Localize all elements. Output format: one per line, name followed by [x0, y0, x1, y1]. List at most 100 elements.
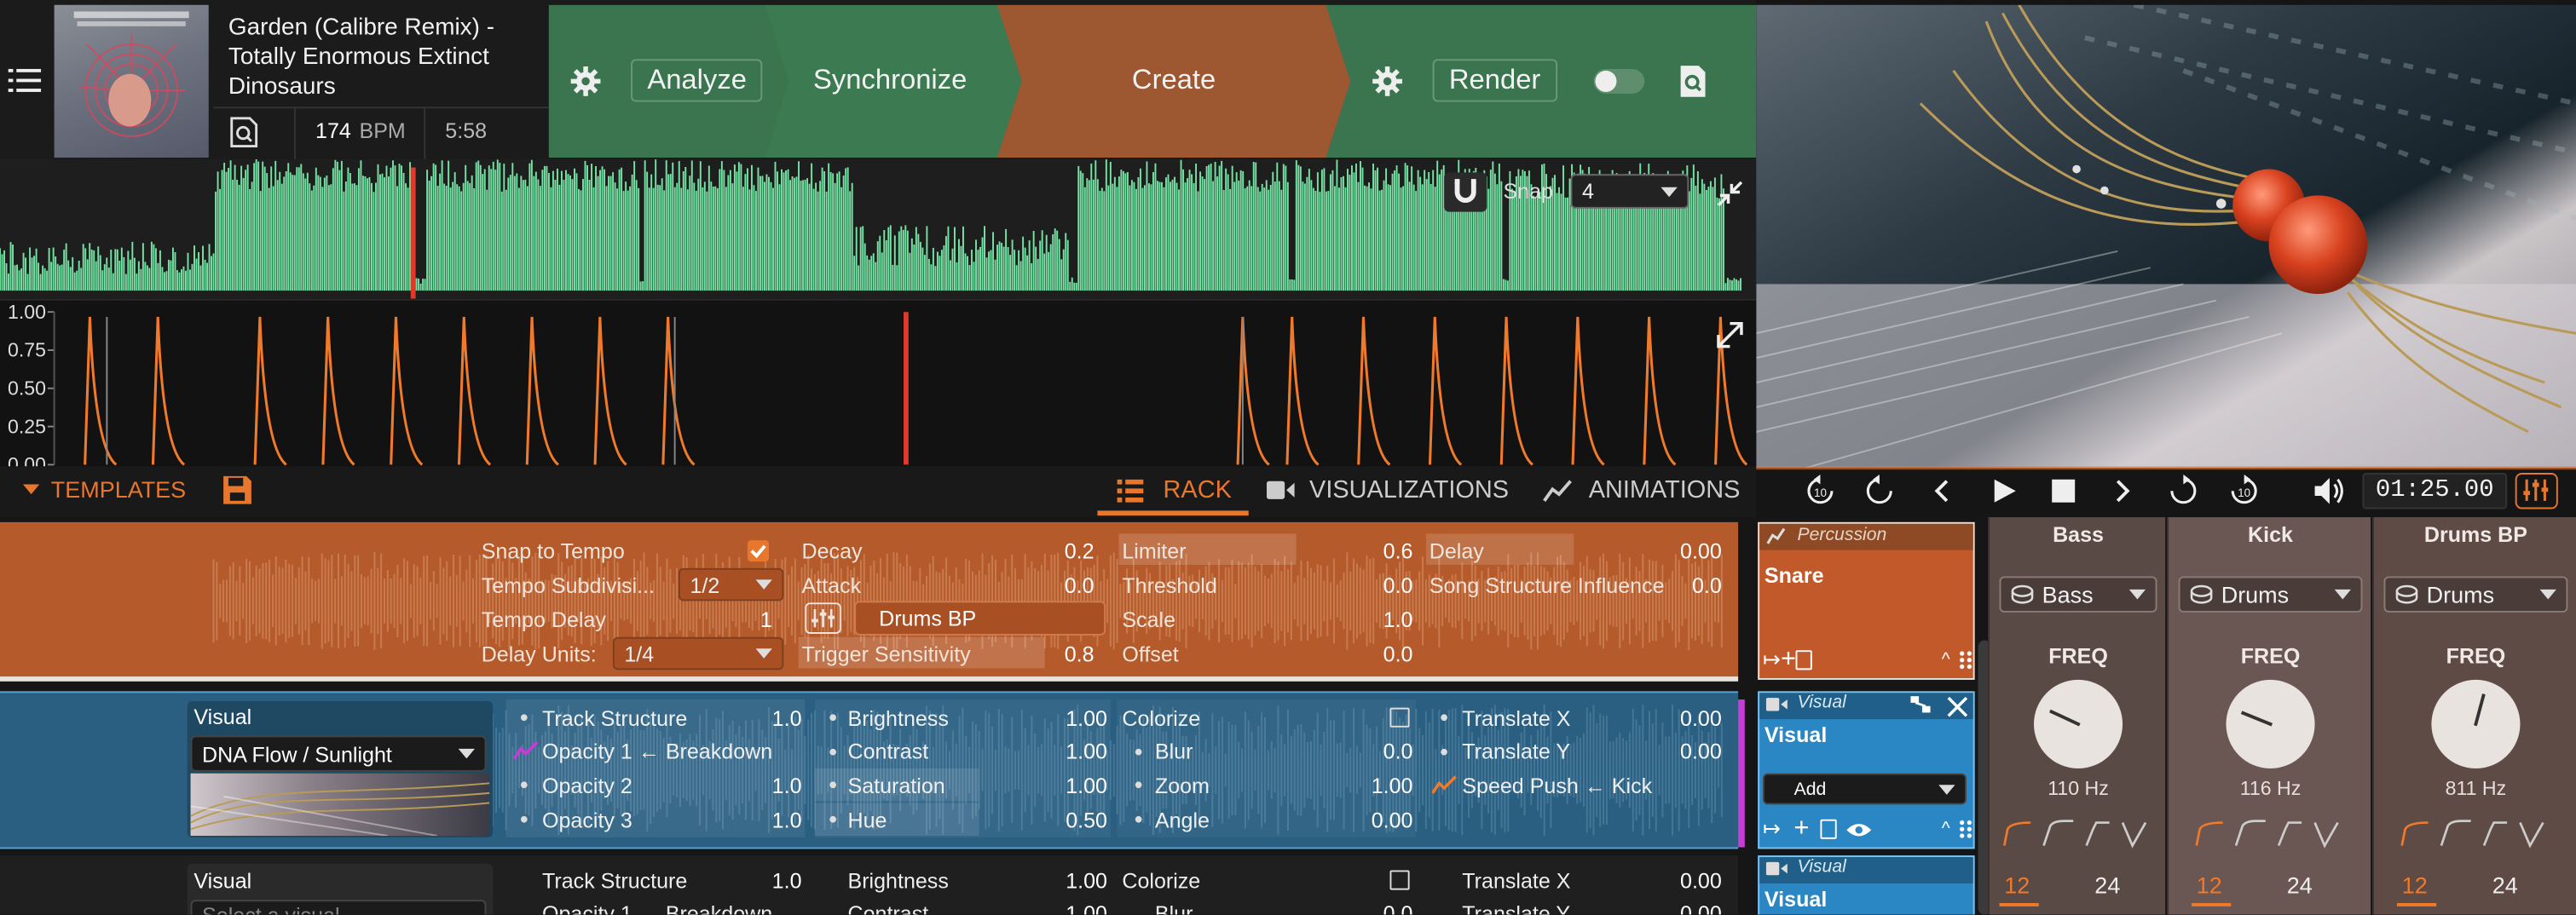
eq-filter-lowshelf-icon[interactable] — [2440, 820, 2471, 846]
tempo-delay-value[interactable]: 1 — [739, 607, 772, 632]
eq-source-select[interactable]: Drums — [2383, 576, 2568, 613]
add-icon[interactable]: + — [1781, 646, 1796, 672]
templates-toggle[interactable]: TEMPLATES — [22, 476, 186, 503]
snap-to-tempo-checkbox[interactable] — [747, 540, 769, 562]
eq-slope-12[interactable]: 12 — [2402, 872, 2428, 898]
tempo-subdivision-select[interactable]: 1/2 — [678, 567, 784, 601]
angle-value[interactable]: 0.00 — [1347, 808, 1413, 832]
menu-icon[interactable] — [8, 66, 42, 95]
visual-card-link-icon[interactable] — [1909, 694, 1932, 714]
eq-slope-24[interactable]: 24 — [2492, 872, 2518, 898]
eq-filter-bell-icon[interactable] — [2085, 821, 2110, 847]
eq-slope-12[interactable]: 12 — [2004, 872, 2030, 898]
eq-filter-bell-icon[interactable] — [2277, 821, 2302, 847]
mixer-icon[interactable] — [2515, 473, 2558, 509]
threshold-value[interactable]: 0.0 — [1354, 573, 1413, 598]
speed-push-label[interactable]: Speed Push ← Kick — [1462, 774, 1652, 798]
visual-duplicate-icon[interactable] — [1820, 819, 1838, 839]
eq-freq-knob[interactable] — [2431, 679, 2521, 768]
visual-eye-icon[interactable] — [1845, 820, 1874, 838]
eq-filter-notch-icon[interactable] — [2519, 821, 2544, 849]
opacity1-automation-icon[interactable] — [512, 740, 539, 760]
visual2-opacity1-label[interactable]: Opacity 1 ← Breakdown — [542, 901, 772, 914]
duplicate-icon[interactable] — [1796, 650, 1813, 670]
rewind-10-icon[interactable]: 10 — [1804, 474, 1837, 508]
speed-push-automation-icon[interactable] — [1431, 775, 1458, 795]
visual2-colorize-checkbox[interactable] — [1389, 870, 1410, 890]
save-template-icon[interactable] — [222, 475, 253, 506]
eq-filter-lowshelf-icon[interactable] — [2234, 820, 2266, 846]
collapse-icon[interactable] — [1713, 177, 1747, 210]
step-forward-icon[interactable] — [2167, 474, 2200, 508]
expand-icon[interactable] — [1713, 319, 1747, 352]
translate-x-value[interactable]: 0.00 — [1656, 706, 1722, 731]
source-mixer-icon[interactable] — [805, 602, 841, 634]
visual2-translate-x-value[interactable]: 0.00 — [1656, 869, 1722, 894]
scale-value[interactable]: 1.0 — [1354, 607, 1413, 632]
translate-y-value[interactable]: 0.00 — [1656, 739, 1722, 763]
forward-10-icon[interactable]: 10 — [2227, 474, 2261, 508]
colorize-checkbox[interactable] — [1389, 707, 1410, 728]
visual2-track-structure-value[interactable]: 1.0 — [742, 869, 802, 894]
drag-handle-icon[interactable] — [1958, 650, 1973, 670]
visual-card-close-icon[interactable] — [1947, 696, 1968, 717]
next-icon[interactable] — [2111, 478, 2134, 504]
snap-select[interactable]: 4 — [1570, 174, 1689, 209]
render-preview-icon[interactable] — [1678, 64, 1709, 98]
snap-magnet-icon[interactable] — [1444, 172, 1487, 212]
hue-bar[interactable] — [814, 803, 979, 836]
tab-animations[interactable]: ANIMATIONS — [1543, 476, 1740, 504]
song-structure-value[interactable]: 0.0 — [1662, 573, 1722, 598]
contrast-value[interactable]: 1.00 — [1042, 739, 1107, 763]
eq-slope-24[interactable]: 24 — [2094, 872, 2120, 898]
visual-add-icon[interactable]: + — [1793, 815, 1809, 842]
brightness-value[interactable]: 1.00 — [1042, 706, 1107, 731]
delay-units-select[interactable]: 1/4 — [612, 636, 784, 670]
analyze-button[interactable]: Analyze — [631, 59, 764, 102]
visual-preset-select[interactable]: DNA Flow / Sunlight — [190, 735, 487, 772]
opacity1-label[interactable]: Opacity 1 ← Breakdown — [542, 739, 772, 763]
visual2-blur-value[interactable]: 0.0 — [1354, 901, 1413, 914]
tab-visualizations[interactable]: VISUALIZATIONS — [1266, 476, 1509, 504]
analyze-settings-icon[interactable] — [570, 66, 602, 97]
synchronize-button[interactable]: Synchronize — [813, 64, 967, 97]
create-button[interactable]: Create — [1132, 64, 1216, 97]
attack-value[interactable]: 0.0 — [1035, 573, 1095, 598]
eq-source-select[interactable]: Bass — [1999, 576, 2157, 613]
blur-value[interactable]: 0.0 — [1354, 739, 1413, 763]
offset-value[interactable]: 0.0 — [1354, 642, 1413, 667]
stop-icon[interactable] — [2052, 479, 2076, 503]
eq-filter-lowcut-icon[interactable] — [2002, 821, 2031, 846]
eq-filter-lowcut-icon[interactable] — [2400, 821, 2429, 846]
visual2-select[interactable]: Select a visual... — [190, 900, 487, 915]
source-input[interactable]: Drums BP — [854, 601, 1106, 636]
visual2-brightness-value[interactable]: 1.00 — [1042, 869, 1107, 894]
volume-icon[interactable] — [2313, 476, 2347, 506]
render-button[interactable]: Render — [1432, 59, 1557, 102]
eq-slope-12[interactable]: 12 — [2197, 872, 2222, 898]
play-icon[interactable] — [1991, 478, 2018, 504]
decay-value[interactable]: 0.2 — [1035, 538, 1095, 563]
visual2-translate-y-value[interactable]: 0.00 — [1656, 901, 1722, 914]
eq-slope-24[interactable]: 24 — [2287, 872, 2313, 898]
render-toggle[interactable] — [1593, 68, 1645, 94]
eq-freq-knob[interactable] — [2033, 679, 2123, 768]
step-back-icon[interactable] — [1863, 474, 1897, 508]
eq-filter-lowcut-icon[interactable] — [2195, 821, 2223, 846]
analyze-track-icon[interactable] — [228, 117, 260, 148]
visual-add-select[interactable]: Add — [1762, 773, 1967, 805]
visual2-contrast-value[interactable]: 1.00 — [1042, 901, 1107, 914]
envelope-panel[interactable]: 1.00 0.75 0.50 0.25 0.00 — [0, 298, 1757, 467]
track-structure-value[interactable]: 1.0 — [742, 706, 802, 731]
eq-filter-lowshelf-icon[interactable] — [2042, 820, 2074, 846]
zoom-value[interactable]: 1.00 — [1347, 774, 1413, 798]
route-icon[interactable]: ↦ — [1763, 647, 1781, 673]
visual-drag-handle-icon[interactable] — [1958, 819, 1973, 839]
eq-filter-notch-icon[interactable] — [2121, 821, 2147, 849]
visual-collapse-card-icon[interactable]: ^ — [1942, 820, 1950, 839]
eq-filter-notch-icon[interactable] — [2313, 821, 2339, 849]
visual-route-icon[interactable]: ↦ — [1763, 816, 1781, 843]
render-settings-icon[interactable] — [1372, 66, 1403, 97]
opacity3-value[interactable]: 1.0 — [742, 808, 802, 832]
tab-rack[interactable]: RACK — [1117, 476, 1232, 504]
